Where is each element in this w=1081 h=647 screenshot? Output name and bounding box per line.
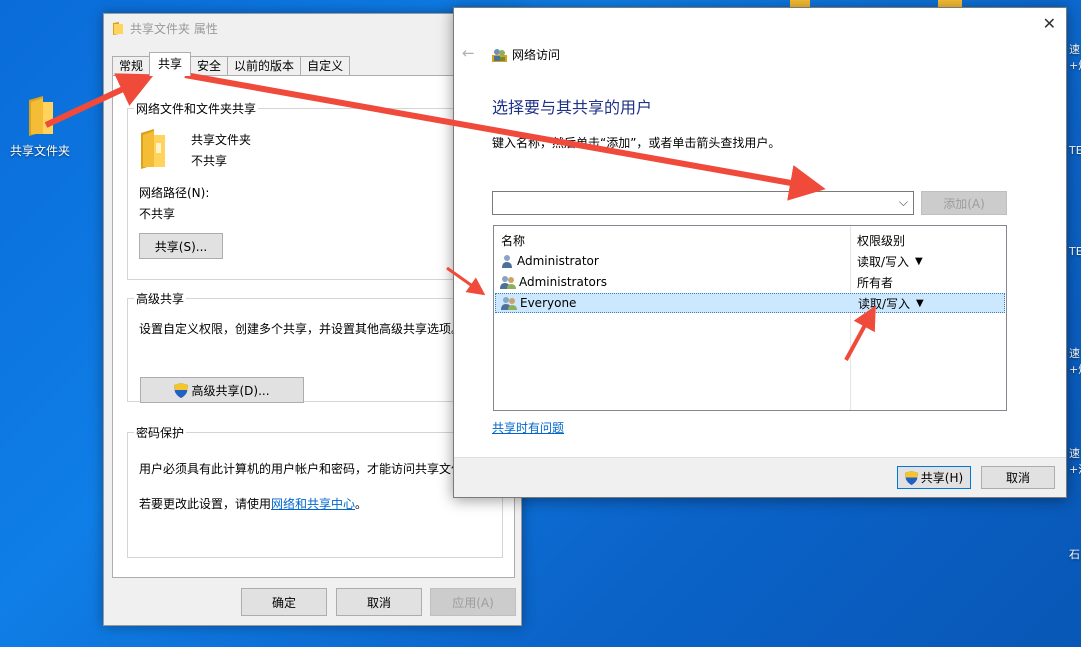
column-header-name[interactable]: 名称 — [501, 232, 525, 249]
dialog-footer: 共享(H) 取消 — [454, 457, 1066, 497]
folder-icon — [141, 129, 165, 169]
edge-text: +淡 — [1069, 463, 1081, 476]
user-name-cell: Everyone — [501, 296, 576, 310]
network-path-label: 网络路径(N): — [139, 186, 210, 200]
back-arrow-icon[interactable]: ← — [462, 44, 475, 62]
permission-cell: 所有者 — [857, 274, 893, 291]
user-name: Everyone — [520, 296, 577, 310]
column-header-permission[interactable]: 权限级别 — [857, 232, 905, 249]
permission-cell[interactable]: 读取/写入 ▼ — [858, 295, 924, 312]
cancel-button[interactable]: 取消 — [336, 588, 422, 616]
share-button[interactable]: 共享(S)... — [139, 233, 223, 259]
group-title: 高级共享 — [134, 290, 187, 307]
desktop-folder-label: 共享文件夹 — [9, 144, 70, 158]
tab-sharing[interactable]: 共享 — [149, 52, 192, 76]
advanced-sharing-label: 高级共享(D)... — [191, 383, 270, 398]
edge-text: 速 — [1069, 347, 1080, 360]
network-sharing-center-link[interactable]: 网络和共享中心 — [271, 497, 355, 511]
tab-customize[interactable]: 自定义 — [300, 56, 351, 76]
edge-text: 速 — [1069, 43, 1080, 56]
list-header: 名称 权限级别 — [494, 226, 1006, 250]
network-access-dialog: ✕ ← 网络访问 选择要与其共享的用户 键入名称，然后单击“添加”，或者单击箭头… — [453, 7, 1067, 498]
edge-text: TE — [1069, 245, 1081, 258]
network-path-value: 不共享 — [139, 207, 176, 221]
folder-name: 共享文件夹 — [191, 133, 252, 147]
folder-status: 不共享 — [191, 154, 228, 168]
dialog-title: 网络访问 — [492, 46, 560, 63]
user-row-administrator[interactable]: Administrator 读取/写入 ▼ — [495, 251, 1005, 271]
users-icon — [492, 49, 507, 62]
user-row-administrators[interactable]: Administrators 所有者 — [495, 272, 1005, 292]
user-name-combobox[interactable]: ⌵ — [492, 191, 914, 215]
dropdown-triangle-icon[interactable]: ▼ — [916, 298, 924, 309]
advanced-sharing-group: 高级共享 设置自定义权限，创建多个共享，并设置其他高级共享选项。 高级共享(D)… — [127, 290, 503, 403]
user-name-cell: Administrator — [500, 254, 599, 268]
tab-strip: 常规 共享 安全 以前的版本 自定义 — [112, 52, 351, 76]
folder-icon — [113, 22, 123, 35]
dialog-heading: 选择要与其共享的用户 — [492, 98, 653, 117]
apply-button[interactable]: 应用(A) — [430, 588, 516, 616]
network-sharing-group: 网络文件和文件夹共享 共享文件夹 不共享 网络路径(N): 不共享 共享(S).… — [127, 100, 503, 280]
permission-value: 读取/写入 — [858, 296, 911, 311]
settings-suffix: 。 — [355, 497, 368, 511]
tab-security[interactable]: 安全 — [190, 56, 229, 76]
advanced-sharing-button[interactable]: 高级共享(D)... — [140, 377, 304, 403]
tab-previous-versions[interactable]: 以前的版本 — [227, 56, 302, 76]
user-list: 名称 权限级别 Administrator 读取/写入 ▼ Administra… — [493, 225, 1007, 411]
close-icon[interactable]: ✕ — [1043, 14, 1056, 33]
shield-icon — [174, 382, 189, 398]
settings-prefix: 若要更改此设置，请使用 — [139, 497, 272, 511]
user-name: Administrators — [519, 275, 608, 289]
password-protection-group: 密码保护 用户必须具有此计算机的用户帐户和密码，才能访问共享文件 若要更改此设置… — [127, 424, 503, 558]
sharing-help-link[interactable]: 共享时有问题 — [492, 419, 564, 436]
dialog-title-text: 网络访问 — [512, 48, 561, 62]
desktop-folder[interactable]: 共享文件夹 — [6, 96, 74, 159]
shield-icon — [904, 470, 918, 485]
ok-button[interactable]: 确定 — [241, 588, 327, 616]
password-description: 用户必须具有此计算机的用户帐户和密码，才能访问共享文件 — [139, 462, 459, 476]
permission-value: 所有者 — [857, 275, 894, 290]
group-title: 密码保护 — [134, 424, 187, 441]
share-button-label: 共享(H) — [920, 471, 964, 485]
window-title-text: 共享文件夹 属性 — [130, 22, 218, 36]
user-name-cell: Administrators — [500, 275, 607, 289]
password-settings-text: 若要更改此设置，请使用网络和共享中心。 — [139, 495, 367, 512]
advanced-description: 设置自定义权限，创建多个共享，并设置其他高级共享选项。 — [139, 322, 464, 336]
permission-cell[interactable]: 读取/写入 ▼ — [857, 253, 923, 270]
tab-general[interactable]: 常规 — [112, 56, 151, 76]
user-name: Administrator — [517, 254, 599, 268]
edge-text: +炒 — [1069, 59, 1081, 72]
dropdown-triangle-icon[interactable]: ▼ — [915, 256, 923, 267]
user-row-everyone[interactable]: Everyone 读取/写入 ▼ — [495, 293, 1005, 313]
edge-text: 速 — [1069, 447, 1080, 460]
add-button[interactable]: 添加(A) — [921, 191, 1007, 215]
dialog-instruction: 键入名称，然后单击“添加”，或者单击箭头查找用户。 — [492, 136, 781, 150]
group-icon — [500, 276, 516, 289]
permission-value: 读取/写入 — [857, 254, 910, 269]
edge-text: +炒 — [1069, 363, 1081, 376]
user-icon — [502, 255, 512, 268]
share-button[interactable]: 共享(H) — [897, 466, 971, 489]
edge-text: TE — [1069, 144, 1081, 157]
folder-icon — [29, 96, 53, 136]
edge-text: 石 — [1069, 548, 1080, 561]
group-icon — [501, 297, 517, 310]
group-title: 网络文件和文件夹共享 — [134, 100, 259, 117]
cancel-button[interactable]: 取消 — [981, 466, 1055, 489]
window-title: 共享文件夹 属性 — [112, 20, 218, 37]
chevron-down-icon[interactable]: ⌵ — [899, 195, 908, 210]
